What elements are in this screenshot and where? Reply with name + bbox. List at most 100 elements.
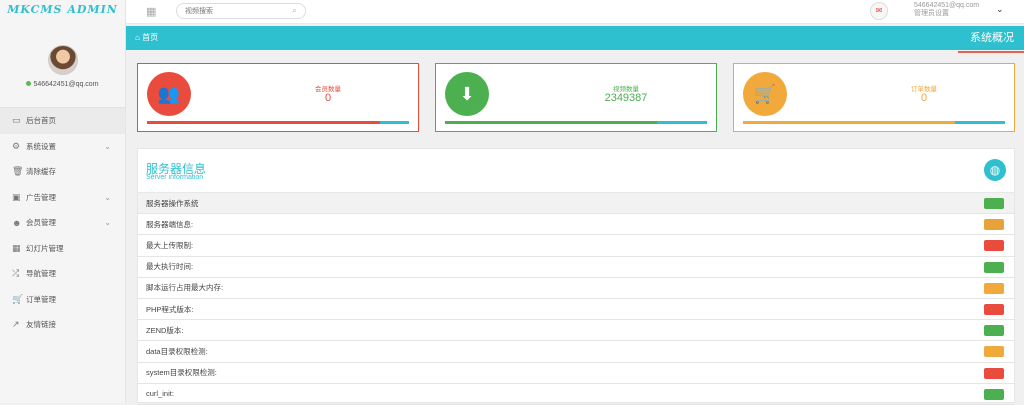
stat-progress-fill <box>743 121 956 124</box>
sidebar-item-1[interactable]: ⚙ 系统设置 ⌄ <box>0 134 125 160</box>
mail-icon[interactable]: ✉ <box>870 2 888 20</box>
sidebar: MKCMS ADMIN 546642451@qq.com ▭ 后台首页 ⚙ 系统设置 ⌄… <box>0 0 126 403</box>
status-badge <box>984 367 1004 379</box>
sidebar-item-label: 订单管理 <box>26 294 56 304</box>
sidebar-item-label: 系统设置 <box>26 141 56 151</box>
sidebar-item-8[interactable]: ↗ 友情链接 <box>0 312 125 338</box>
row-label: ZEND版本: <box>146 325 184 335</box>
row-label: 脚本运行占用最大内存: <box>146 283 224 293</box>
sidebar-item-3[interactable]: ▣ 广告管理 ⌄ <box>0 185 125 211</box>
table-row: 服务器操作系统 <box>138 193 1014 215</box>
server-info-panel: 服务器信息 Server information ◍ 服务器操作系统 服务器端信息… <box>137 148 1015 405</box>
row-label: data目录权限检测: <box>146 346 208 356</box>
table-row: system目录权限检测: <box>138 363 1014 384</box>
search-input[interactable] <box>176 3 306 19</box>
server-info-subtitle: Server information <box>146 174 204 181</box>
row-label: PHP程式版本: <box>146 304 194 314</box>
sidebar-nav: ▭ 后台首页 ⚙ 系统设置 ⌄ 🗑 清除缓存 ▣ 广告管理 ⌄ ☻ 会员管理 ⌄ ▦ 幻灯片管理 ⤮ 导航管理 🛒… <box>0 108 125 338</box>
stat-card[interactable]: 🛒 订单数量 0 <box>733 63 1015 132</box>
cart-icon: 🛒 <box>12 293 24 304</box>
stat-card[interactable]: 👥 会员数量 0 <box>137 63 419 132</box>
row-label: system目录权限检测: <box>146 368 217 378</box>
brand-logo: MKCMS ADMIN <box>7 3 118 16</box>
sidebar-item-0[interactable]: ▭ 后台首页 <box>0 108 125 134</box>
sidebar-item-label: 导航管理 <box>26 269 56 279</box>
monitor-icon: ▭ <box>12 115 21 126</box>
status-badge <box>984 240 1004 252</box>
stat-progress-bar <box>743 121 1005 124</box>
image-icon: ▣ <box>12 191 21 202</box>
sidebar-item-label: 后台首页 <box>26 116 56 126</box>
row-label: 服务器操作系统 <box>146 198 199 208</box>
breadcrumb-bar: ⌂ 首页 系统概况 <box>126 26 1024 53</box>
trash-icon: 🗑 <box>12 166 24 177</box>
breadcrumb[interactable]: ⌂ 首页 <box>135 32 158 43</box>
table-row: data目录权限检测: <box>138 341 1014 363</box>
page-title: 系统概况 <box>970 32 1014 44</box>
topbar: ▦ ⌕ ✉ 546642451@qq.com 管理员设置 ⌄ <box>126 0 1024 24</box>
status-badge <box>984 388 1004 400</box>
table-row: curl_init: <box>138 384 1014 405</box>
sidebar-item-7[interactable]: 🛒 订单管理 <box>0 287 125 313</box>
stat-progress-bar <box>147 121 409 124</box>
user-email: 546642451@qq.com <box>0 81 125 88</box>
chevron-down-icon[interactable]: ⌄ <box>104 218 111 227</box>
sidebar-item-label: 会员管理 <box>26 218 56 228</box>
stat-progress-fill <box>147 121 381 124</box>
user-panel: 546642451@qq.com <box>0 24 125 108</box>
sidebar-item-label: 广告管理 <box>26 192 56 202</box>
server-info-header: 服务器信息 Server information ◍ <box>138 149 1014 193</box>
status-badge <box>984 325 1004 337</box>
stat-value: 2349387 <box>604 92 648 104</box>
title-underline <box>958 51 1024 53</box>
status-badge <box>984 261 1004 273</box>
table-row: 脚本运行占用最大内存: <box>138 278 1014 299</box>
table-icon: ▦ <box>12 242 21 253</box>
sidebar-item-label: 幻灯片管理 <box>26 243 64 253</box>
table-row: 最大上传限制: <box>138 235 1014 257</box>
sidebar-item-label: 清除缓存 <box>26 167 56 177</box>
stat-value: 0 <box>920 92 928 104</box>
row-label: 最大上传限制: <box>146 240 194 250</box>
chevron-down-icon[interactable]: ⌄ <box>104 142 111 151</box>
table-row: ZEND版本: <box>138 320 1014 342</box>
download-icon: ⬇ <box>445 72 489 116</box>
stat-card[interactable]: ⬇ 视频数量 2349387 <box>435 63 717 132</box>
status-badge <box>984 346 1004 358</box>
row-label: curl_init: <box>146 389 174 399</box>
status-badge <box>984 303 1004 315</box>
user-menu[interactable]: 546642451@qq.com 管理员设置 <box>914 2 979 18</box>
row-label: 服务器端信息: <box>146 219 194 229</box>
users-icon: ☻ <box>12 217 22 228</box>
stat-value: 0 <box>324 92 332 104</box>
sidebar-item-6[interactable]: ⤮ 导航管理 <box>0 261 125 287</box>
cart-icon: 🛒 <box>743 72 787 116</box>
status-badge <box>984 219 1004 231</box>
online-status-dot <box>26 81 32 86</box>
avatar[interactable] <box>47 45 78 75</box>
sidebar-item-5[interactable]: ▦ 幻灯片管理 <box>0 236 125 262</box>
grid-menu-icon[interactable]: ▦ <box>146 5 156 18</box>
chevron-down-icon[interactable]: ⌄ <box>104 193 111 202</box>
sidebar-item-4[interactable]: ☻ 会员管理 ⌄ <box>0 210 125 236</box>
shuffle-icon: ⤮ <box>12 268 20 279</box>
table-row: PHP程式版本: <box>138 299 1014 321</box>
sidebar-item-label: 友情链接 <box>26 320 56 330</box>
server-info-list: 服务器操作系统 服务器端信息: 最大上传限制: 最大执行时间: 脚本运行占用最大内存: P… <box>138 193 1014 405</box>
chevron-down-icon[interactable]: ⌄ <box>996 4 1004 15</box>
table-row: 服务器端信息: <box>138 214 1014 236</box>
status-badge <box>984 282 1004 294</box>
globe-icon: ◍ <box>984 159 1006 181</box>
topbar-user-email: 546642451@qq.com <box>914 2 980 9</box>
users-icon: 👥 <box>147 72 191 116</box>
table-row: 最大执行时间: <box>138 257 1014 278</box>
search-icon[interactable]: ⌕ <box>292 5 297 16</box>
gear-icon: ⚙ <box>12 140 21 151</box>
topbar-user-role: 管理员设置 <box>914 10 949 17</box>
sidebar-item-2[interactable]: 🗑 清除缓存 <box>0 159 125 185</box>
external-link-icon: ↗ <box>12 319 20 330</box>
stat-progress-bar <box>445 121 707 124</box>
row-label: 最大执行时间: <box>146 262 194 272</box>
status-badge <box>984 198 1004 209</box>
home-icon: ⌂ <box>135 33 140 42</box>
